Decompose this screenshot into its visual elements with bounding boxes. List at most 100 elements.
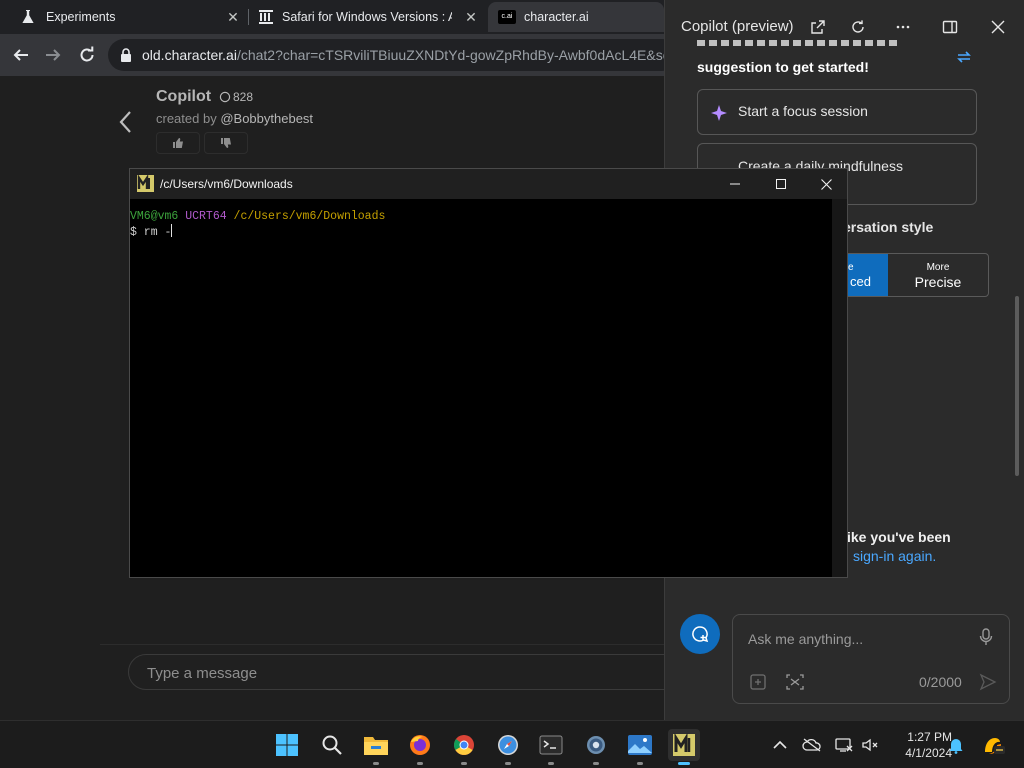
interaction-count: 828 [219,90,253,104]
safari-icon[interactable] [492,729,524,765]
style-option-line2: ced [850,274,871,289]
add-image-icon[interactable] [749,673,767,691]
terminal-scrollbar[interactable] [832,199,847,577]
new-chat-icon [692,626,709,643]
creator-prefix: created by [156,111,221,126]
new-topic-button[interactable] [680,614,720,654]
network-icon[interactable] [834,735,854,755]
msys2-logo-icon [137,174,154,192]
file-explorer-icon[interactable] [360,729,392,765]
photos-icon[interactable] [624,729,656,765]
chat-bubble-icon [219,91,231,103]
back-chevron-button[interactable] [118,110,132,139]
running-indicator [637,762,643,765]
url-text: old.character.ai/chat2?char=cTSRviliTBiu… [142,47,678,63]
copilot-scrollbar[interactable] [1015,296,1019,476]
creator-handle[interactable]: @Bobbythebest [220,111,313,126]
tab-safari-versions[interactable]: Safari for Windows Versions : Ap ✕ [250,2,486,32]
maximize-icon [776,179,786,189]
msys2-terminal-window[interactable]: /c/Users/vm6/Downloads VM6@vm6 UCRT64 /c… [129,168,848,578]
close-icon[interactable]: ✕ [226,10,240,24]
side-panel-button[interactable] [937,14,963,40]
ask-input[interactable]: Ask me anything... 0/2000 [732,614,1010,704]
reload-button[interactable] [74,42,100,68]
ask-input-placeholder: Ask me anything... [748,631,864,647]
signin-notice-link-line: sign-in again. [839,548,936,564]
open-in-new-button[interactable] [805,14,831,40]
copilot-title: Copilot (preview) [681,18,794,35]
microphone-icon[interactable] [979,628,993,646]
tab-title: Experiments [46,10,116,24]
lock-icon [121,48,131,62]
close-copilot-button[interactable] [985,14,1011,40]
chevron-up-icon[interactable] [770,735,790,755]
running-indicator [373,762,379,765]
new-suggestions-button[interactable] [955,48,973,71]
send-icon[interactable] [979,673,997,691]
screenshot-icon[interactable] [785,673,805,691]
browser-toolbar: old.character.ai/chat2?char=cTSRviliTBiu… [0,34,678,76]
terminal-icon[interactable] [535,729,567,765]
refresh-button[interactable] [845,14,871,40]
arrow-right-icon [46,49,61,61]
desktop: Experiments ✕ Safari for Windows Version… [0,0,1024,768]
copilot-taskbar-icon[interactable] [980,735,1006,755]
tab-experiments[interactable]: Experiments ✕ [8,2,248,32]
clock-time: 1:27 PM [907,730,952,744]
maximize-button[interactable] [758,169,804,199]
prompt-path: /c/Users/vm6/Downloads [233,210,386,223]
back-button[interactable] [8,42,34,68]
browser-tabstrip: Experiments ✕ Safari for Windows Version… [0,0,664,34]
style-option-precise[interactable]: More Precise [888,254,988,296]
suggestion-focus-session[interactable]: Start a focus session [697,89,977,135]
system-clock[interactable]: 1:27 PM 4/1/2024 [886,729,952,761]
onedrive-icon[interactable] [802,735,822,755]
search-icon[interactable] [316,729,348,761]
arrow-left-icon [13,49,28,61]
terminal-title: /c/Users/vm6/Downloads [160,177,293,191]
chrome-icon[interactable] [448,729,480,765]
style-option-line1: e [848,262,854,273]
reload-icon [80,46,94,62]
tab-title: Safari for Windows Versions : Ap [282,10,452,24]
side-panel-icon [942,20,958,34]
message-input-placeholder: Type a message [147,665,258,682]
close-window-button[interactable] [803,169,849,199]
flask-icon [22,10,34,23]
close-icon[interactable]: ✕ [464,10,478,24]
prompt-env: UCRT64 [185,210,227,223]
terminal-titlebar[interactable]: /c/Users/vm6/Downloads [130,169,847,199]
swap-icon [957,51,971,63]
chevron-left-icon [119,111,131,133]
signin-notice: ike you've been [847,529,951,545]
forward-button[interactable] [40,42,66,68]
thumbs-down-icon [221,138,231,148]
thumbs-down-button[interactable] [204,132,248,154]
refresh-icon [852,20,864,33]
minimize-button[interactable] [712,169,758,199]
terminal-output[interactable]: VM6@vm6 UCRT64 /c/Users/vm6/Downloads $ … [130,209,385,240]
running-indicator [505,762,511,765]
windows-start-icon[interactable] [271,729,303,761]
tab-title: character.ai [524,10,589,24]
interaction-count-value: 828 [233,90,254,104]
archive-org-icon [259,10,273,24]
conversation-style-label: ersation style [843,219,934,235]
volume-muted-icon[interactable] [860,735,880,755]
thumbs-up-button[interactable] [156,132,200,154]
tab-character-ai[interactable]: c.ai character.ai [488,2,664,32]
message-input[interactable]: Type a message [128,654,688,690]
style-option-line1: More [926,262,950,273]
style-option-line2: Precise [914,274,962,290]
sign-in-link[interactable]: sign-in again. [853,548,936,564]
more-options-button[interactable] [890,14,916,40]
running-indicator [461,762,467,765]
msys2-icon[interactable] [668,729,700,765]
creator-line: created by @Bobbythebest [156,111,313,126]
prompt-user: VM6@vm6 [130,210,179,223]
notification-bell-icon[interactable] [946,735,966,755]
suggestion-label: Start a focus session [738,103,868,119]
settings-icon[interactable] [580,729,612,765]
address-bar[interactable]: old.character.ai/chat2?char=cTSRviliTBiu… [108,39,678,71]
firefox-icon[interactable] [404,729,436,765]
